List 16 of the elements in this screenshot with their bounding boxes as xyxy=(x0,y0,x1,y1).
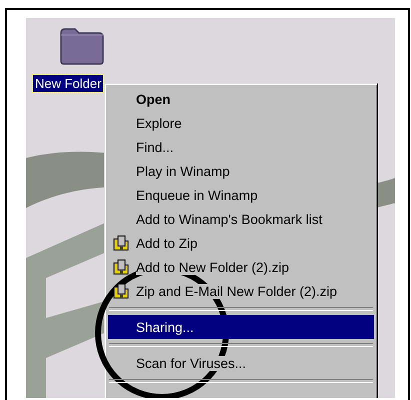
menu-item[interactable]: Sharing... xyxy=(108,315,374,339)
zip-folder-icon xyxy=(113,259,129,275)
menu-item[interactable]: Add to Winamp's Bookmark list xyxy=(108,207,374,231)
menu-item[interactable]: Enqueue in Winamp xyxy=(108,183,374,207)
zip-folder-icon xyxy=(113,283,129,299)
menu-item[interactable]: Explore xyxy=(108,111,374,135)
menu-item[interactable]: Open xyxy=(108,87,374,111)
menu-item[interactable]: Scan for Viruses... xyxy=(108,351,374,375)
menu-item[interactable]: Zip and E-Mail New Folder (2).zip xyxy=(108,279,374,303)
zip-folder-icon xyxy=(113,235,129,251)
folder-label[interactable]: New Folder xyxy=(33,75,104,92)
menu-item[interactable]: Find... xyxy=(108,135,374,159)
folder-icon[interactable] xyxy=(59,27,105,65)
menu-item[interactable]: Add to Zip xyxy=(108,231,374,255)
menu-item[interactable]: Add to New Folder (2).zip xyxy=(108,255,374,279)
menu-item[interactable]: Play in Winamp xyxy=(108,159,374,183)
